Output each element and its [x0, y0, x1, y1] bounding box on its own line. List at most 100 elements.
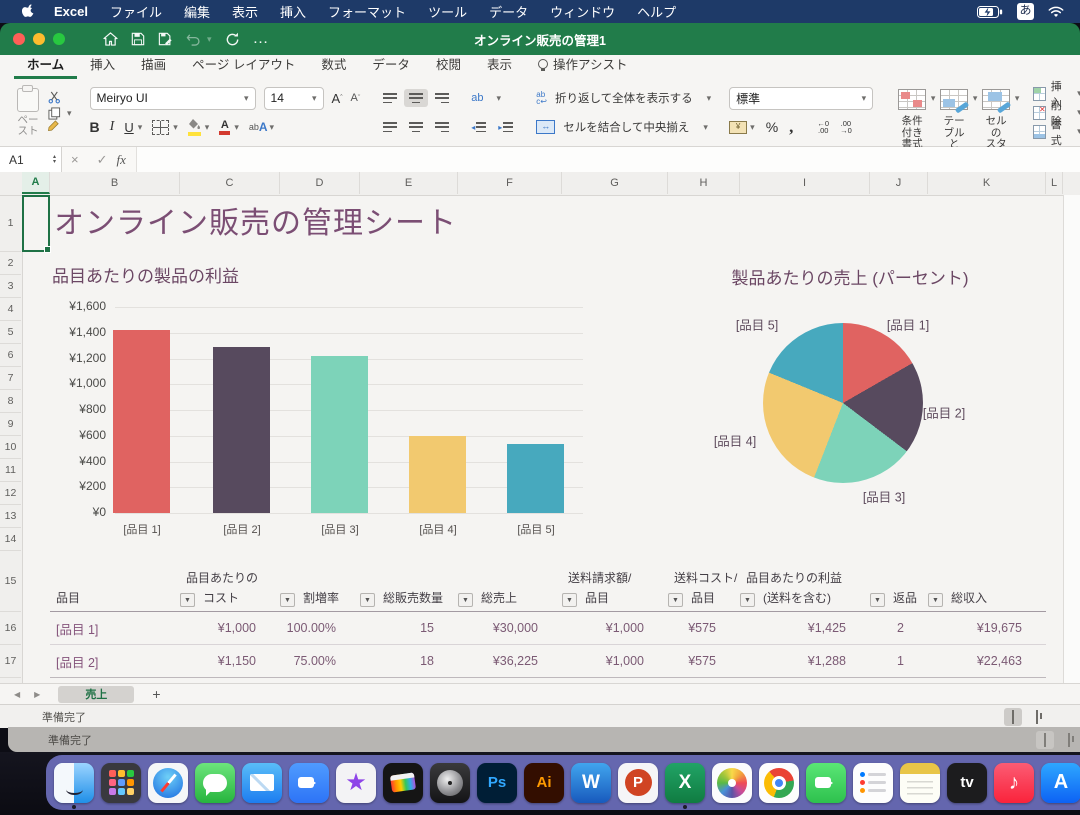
ribbon-tab-描画[interactable]: 描画: [128, 50, 179, 79]
name-box-stepper[interactable]: ▴▾: [53, 155, 56, 165]
row-header-13[interactable]: 13: [0, 505, 21, 528]
row-header-14[interactable]: 14: [0, 528, 21, 551]
dock-item-zoom[interactable]: [289, 763, 329, 803]
normal-view-button[interactable]: [1004, 708, 1022, 726]
copy-icon[interactable]: ▾: [48, 107, 72, 120]
menu-item-file[interactable]: ファイル: [99, 2, 173, 21]
bar-[品目 3][interactable]: [311, 356, 368, 513]
percent-style-icon[interactable]: %: [766, 119, 778, 135]
dock-item-finder[interactable]: [54, 763, 94, 803]
cancel-entry-icon[interactable]: ×: [71, 152, 79, 167]
menu-item-insert[interactable]: 挿入: [269, 2, 317, 21]
format-cells-button[interactable]: 書式▾: [1033, 124, 1080, 139]
ribbon-tab-校閲[interactable]: 校閲: [423, 50, 474, 79]
align-bottom-icon[interactable]: [430, 89, 454, 107]
dock-item-music[interactable]: ♪: [994, 763, 1034, 803]
font-name-select[interactable]: Meiryo UI▾: [90, 87, 256, 110]
filter-dropdown-icon[interactable]: ▼: [280, 593, 295, 607]
table-cell[interactable]: 15: [360, 612, 458, 645]
dock-item-word[interactable]: W: [571, 763, 611, 803]
table-cell[interactable]: ¥36,225: [458, 645, 562, 678]
menu-item-excel[interactable]: Excel: [43, 4, 99, 19]
dock-item-facetime[interactable]: [806, 763, 846, 803]
row-header-6[interactable]: 6: [0, 344, 21, 367]
increase-font-icon[interactable]: Aˆ: [332, 91, 343, 106]
table-row-label[interactable]: [品目 1]: [50, 612, 180, 645]
align-left-icon[interactable]: [378, 118, 402, 136]
ribbon-tab-数式[interactable]: 数式: [308, 50, 359, 79]
row-header-10[interactable]: 10: [0, 436, 21, 459]
page-layout-view-button[interactable]: [1028, 708, 1046, 726]
column-header-B[interactable]: B: [50, 172, 180, 194]
dock-item-imovie[interactable]: ★: [336, 763, 376, 803]
table-cell[interactable]: ¥1,000: [562, 612, 668, 645]
filter-dropdown-icon[interactable]: ▼: [870, 593, 885, 607]
filter-dropdown-icon[interactable]: ▼: [562, 593, 577, 607]
table-cell[interactable]: ¥1,150: [180, 645, 280, 678]
increase-indent-icon[interactable]: ▸: [493, 118, 518, 136]
fill-color-icon[interactable]: [188, 119, 201, 136]
dock-item-apple-tv[interactable]: tv: [947, 763, 987, 803]
bar-[品目 1][interactable]: [113, 330, 170, 513]
table-cell[interactable]: ¥1,000: [180, 612, 280, 645]
comma-style-icon[interactable]: ,: [789, 117, 793, 137]
filter-dropdown-icon[interactable]: ▼: [740, 593, 755, 607]
selected-cell-a1[interactable]: [22, 195, 50, 252]
bar-[品目 2][interactable]: [213, 347, 270, 513]
dock-item-app-store[interactable]: A: [1041, 763, 1080, 803]
dock-item-logic-pro[interactable]: [430, 763, 470, 803]
table-cell[interactable]: ¥19,675: [928, 612, 1046, 645]
confirm-entry-icon[interactable]: ✓: [97, 152, 108, 168]
dock-item-notes[interactable]: [900, 763, 940, 803]
ribbon-tab-表示[interactable]: 表示: [474, 50, 525, 79]
menu-item-format[interactable]: フォーマット: [317, 2, 417, 21]
row-headers[interactable]: 1234567891011121314151617: [0, 195, 23, 683]
column-header-H[interactable]: H: [668, 172, 740, 194]
ribbon-tab-挿入[interactable]: 挿入: [77, 50, 128, 79]
column-header-D[interactable]: D: [280, 172, 360, 194]
dock-item-final-cut-pro[interactable]: [383, 763, 423, 803]
table-cell[interactable]: 75.00%: [280, 645, 360, 678]
font-size-select[interactable]: 14▾: [264, 87, 324, 110]
row-header-5[interactable]: 5: [0, 321, 21, 344]
ribbon-tab-操作アシスト[interactable]: 操作アシスト: [525, 50, 641, 79]
conditional-formatting-button[interactable]: ▾ 条件付き 書式: [891, 89, 933, 151]
apple-menu[interactable]: [14, 3, 43, 21]
row-header-12[interactable]: 12: [0, 482, 21, 505]
add-sheet-button[interactable]: +: [152, 686, 160, 702]
merge-center-button[interactable]: ↔ セルを結合して中央揃え▾: [536, 114, 711, 140]
wrap-text-button[interactable]: abc↩ 折り返して全体を表示する▾: [536, 85, 711, 111]
dock-item-photos[interactable]: [712, 763, 752, 803]
decrease-indent-icon[interactable]: ◂: [466, 118, 491, 136]
row-header-1[interactable]: 1: [0, 195, 21, 252]
decrease-decimal-icon[interactable]: .00→0: [840, 120, 852, 134]
column-header-K[interactable]: K: [928, 172, 1046, 194]
row-header-9[interactable]: 9: [0, 413, 21, 436]
menu-item-tools[interactable]: ツール: [417, 2, 478, 21]
dock-item-excel[interactable]: X: [665, 763, 705, 803]
align-right-icon[interactable]: [430, 118, 454, 136]
text-effects-icon[interactable]: abA: [249, 120, 268, 134]
menu-item-window[interactable]: ウィンドウ: [539, 2, 626, 21]
ribbon-tab-データ[interactable]: データ: [359, 50, 423, 79]
menu-item-view[interactable]: 表示: [221, 2, 269, 21]
row-header-15[interactable]: 15: [0, 551, 21, 612]
table-cell[interactable]: ¥575: [668, 612, 740, 645]
insert-function-icon[interactable]: fx: [117, 152, 126, 168]
borders-icon[interactable]: [152, 120, 169, 135]
bar-[品目 4][interactable]: [409, 436, 466, 513]
column-header-F[interactable]: F: [458, 172, 562, 194]
filter-dropdown-icon[interactable]: ▼: [180, 593, 195, 607]
orientation-icon[interactable]: ab: [466, 88, 488, 108]
filter-dropdown-icon[interactable]: ▼: [458, 593, 473, 607]
wifi-icon[interactable]: [1048, 6, 1064, 18]
menu-item-help[interactable]: ヘルプ: [626, 2, 687, 21]
dock-item-safari[interactable]: [148, 763, 188, 803]
row-header-16[interactable]: 16: [0, 612, 21, 645]
next-sheet-icon[interactable]: ▶: [34, 690, 40, 699]
table-cell[interactable]: ¥22,463: [928, 645, 1046, 678]
row-header-17[interactable]: 17: [0, 645, 21, 678]
filter-dropdown-icon[interactable]: ▼: [668, 593, 683, 607]
align-top-icon[interactable]: [378, 89, 402, 107]
input-method-badge[interactable]: あ: [1017, 3, 1034, 20]
